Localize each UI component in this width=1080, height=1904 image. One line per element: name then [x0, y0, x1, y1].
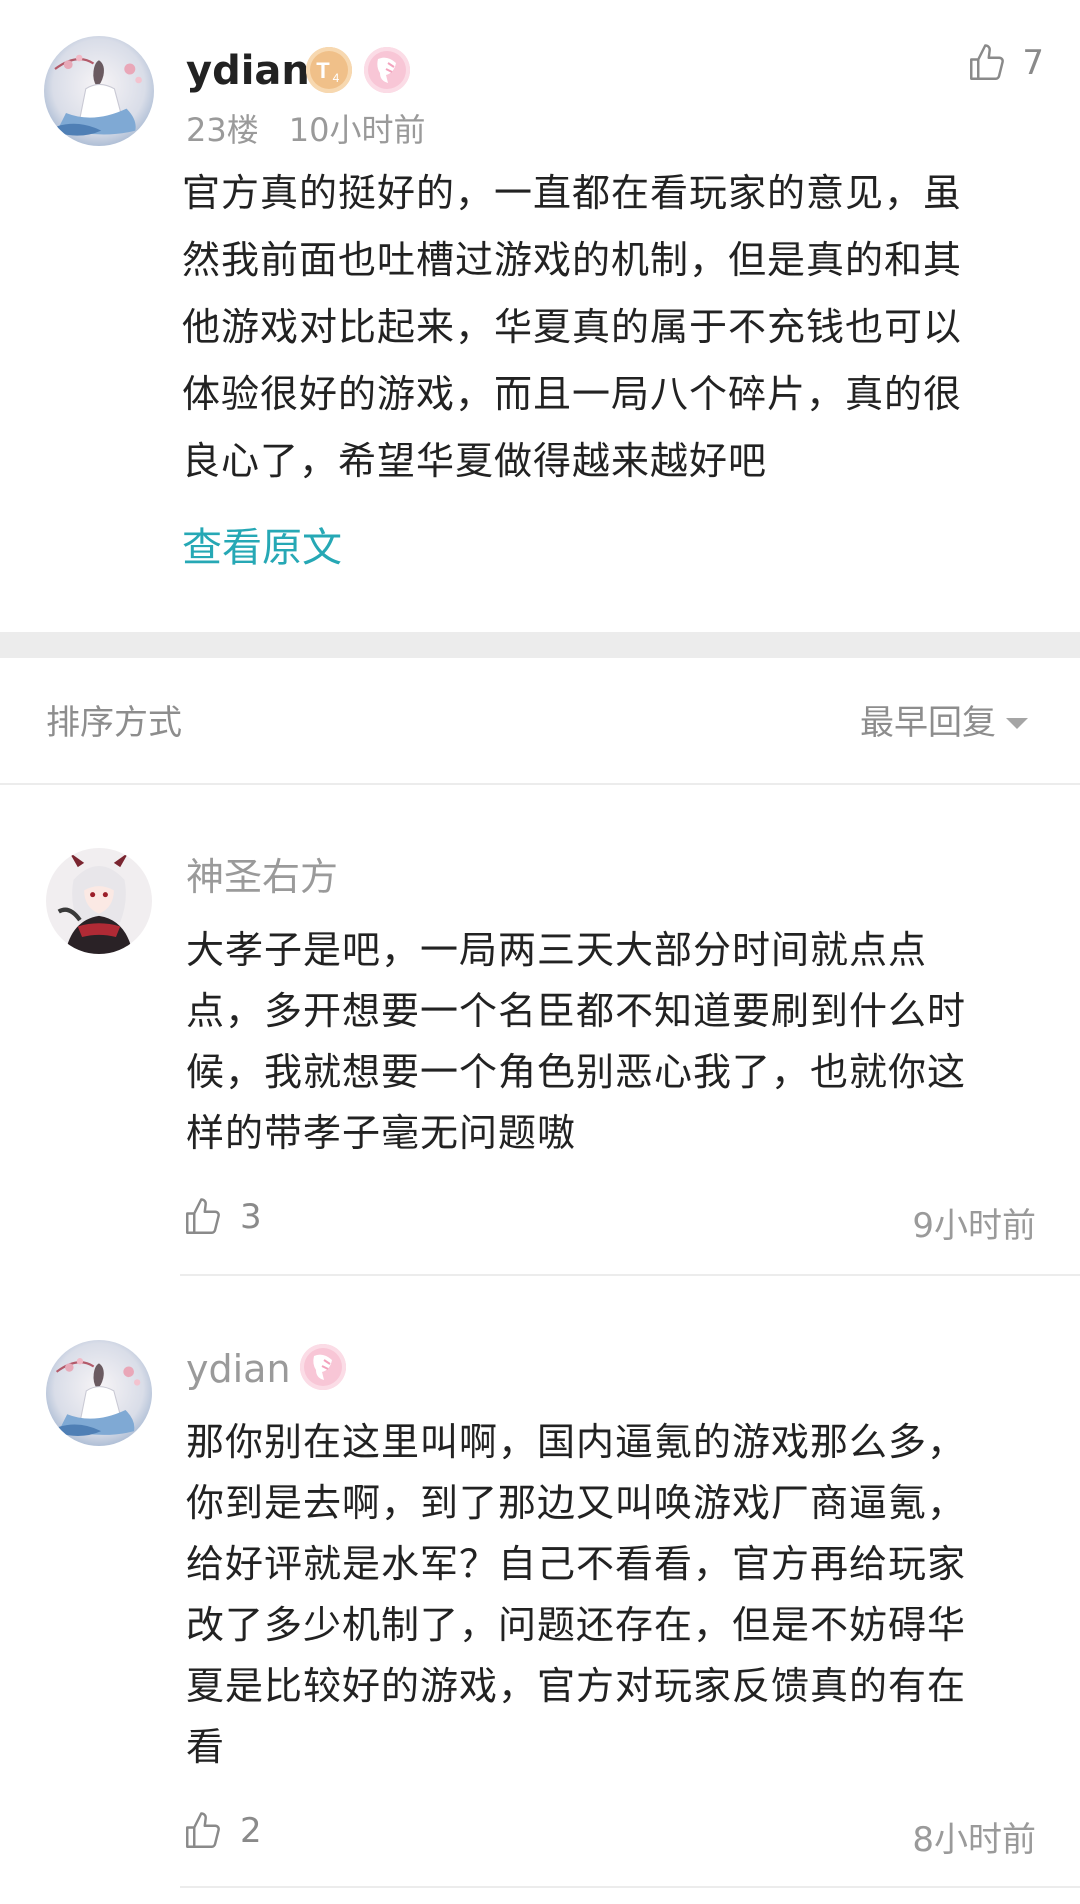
sort-dropdown[interactable]: 最早回复 — [860, 700, 1028, 746]
level-badge-icon: T 4 — [306, 47, 352, 93]
reply-time: 9小时前 — [912, 1206, 1036, 1246]
reply-like-button[interactable]: 3 — [182, 1196, 262, 1238]
avatar-image — [46, 848, 152, 954]
reply-username[interactable]: 神圣右方 — [186, 852, 338, 902]
svg-text:4: 4 — [333, 71, 340, 85]
thumbs-up-icon — [186, 1812, 220, 1848]
thumbs-up-icon — [970, 44, 1005, 80]
post-username[interactable]: ydian — [186, 46, 310, 96]
post-time: 10小时前 — [288, 111, 426, 149]
post-like-button[interactable]: 7 — [966, 42, 1044, 84]
like-count: 2 — [240, 1811, 262, 1851]
divider — [180, 1274, 1080, 1276]
thumbs-up-icon — [186, 1198, 220, 1234]
like-count: 3 — [240, 1197, 262, 1237]
caret-down-icon — [1006, 717, 1028, 729]
post-content: 官方真的挺好的，一直都在看玩家的意见，虽 然我前面也吐槽过游戏的机制，但是真的和… — [182, 171, 963, 483]
avatar[interactable] — [44, 36, 154, 146]
view-original-link[interactable]: 查看原文 — [182, 520, 342, 576]
divider — [180, 1886, 1080, 1888]
reply-like-button[interactable]: 2 — [182, 1810, 262, 1852]
divider — [0, 783, 1080, 785]
floor-number: 23楼 — [186, 111, 259, 149]
fan-badge-icon — [300, 1344, 346, 1390]
fan-badge-icon — [364, 47, 410, 93]
reply-time: 8小时前 — [912, 1820, 1036, 1860]
section-separator — [0, 632, 1080, 658]
sort-label: 排序方式 — [46, 703, 182, 743]
avatar-image — [46, 1340, 152, 1446]
sort-selected: 最早回复 — [860, 703, 996, 743]
svg-text:T: T — [316, 58, 330, 83]
reply-content: 大孝子是吧，一局两三天大部分时间就点点 点，多开想要一个名臣都不知道要刷到什么时… — [186, 928, 967, 1155]
reply-content: 那你别在这里叫啊，国内逼氪的游戏那么多， 你到是去啊，到了那边又叫唤游戏厂商逼氪… — [186, 1420, 967, 1769]
post-meta: 23楼 10小时前 — [186, 108, 425, 152]
avatar[interactable] — [46, 848, 152, 954]
like-count: 7 — [1022, 43, 1044, 83]
reply-username[interactable]: ydian — [186, 1344, 291, 1394]
avatar[interactable] — [46, 1340, 152, 1446]
avatar-image — [44, 36, 154, 146]
